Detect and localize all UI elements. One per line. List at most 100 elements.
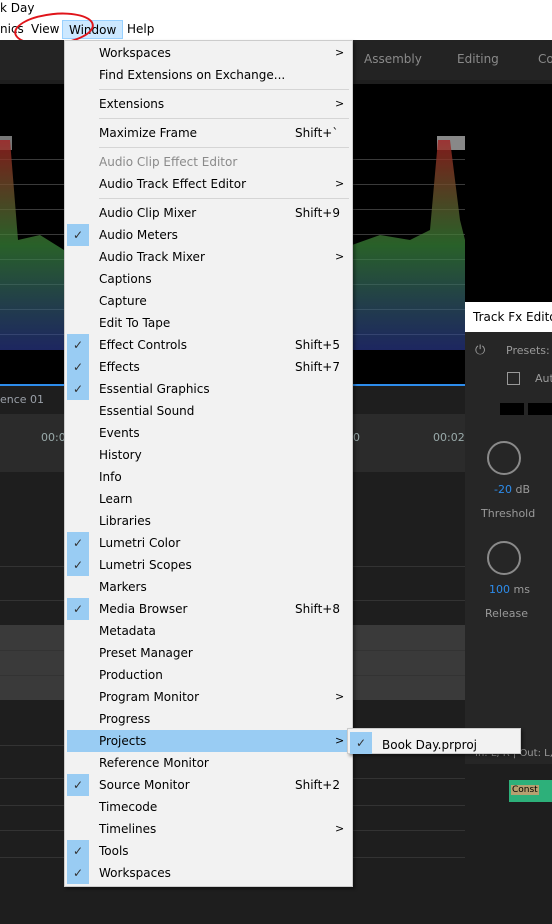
menu-item-label: Markers [99,580,147,594]
menu-item-label: Workspaces [99,866,171,880]
menu-item-workspaces[interactable]: ✓ Workspaces [67,862,351,884]
menu-item-label: Media Browser [99,602,188,616]
menu-item-workspaces[interactable]: Workspaces > [67,42,351,64]
track-fx-editor-panel: Track Fx Editor ⏻ Presets: Aut -20 dB Th… [465,302,552,764]
menu-item-effect-controls[interactable]: ✓ Effect Controls Shift+5 [67,334,351,356]
menu-item-label: Reference Monitor [99,756,209,770]
menu-item-label: Preset Manager [99,646,193,660]
menu-item-shortcut: Shift+7 [295,360,340,374]
menu-item-media-browser[interactable]: ✓ Media Browser Shift+8 [67,598,351,620]
submenu-item-book-day-prproj[interactable]: ✓ Book Day.prproj [348,730,520,754]
menu-item-info[interactable]: Info [67,466,351,488]
panel-title: Track Fx Editor [465,302,552,332]
chevron-right-icon: > [335,177,345,190]
workspace-editing[interactable]: Editing [457,52,499,66]
menu-item-events[interactable]: Events [67,422,351,444]
checkmark-icon: ✓ [67,598,89,620]
menu-item-label: Production [99,668,163,682]
menu-item-metadata[interactable]: Metadata [67,620,351,642]
checkmark-icon: ✓ [67,334,89,356]
timeline-clip[interactable]: Const [509,780,552,802]
menu-item-essential-sound[interactable]: Essential Sound [67,400,351,422]
menu-item-shortcut: Shift+8 [295,602,340,616]
menu-item-shortcut: Shift+5 [295,338,340,352]
menu-item-label: Audio Track Effect Editor [99,177,246,191]
release-knob[interactable] [487,541,521,575]
workspace-color[interactable]: Co [538,52,552,66]
menu-item-label: Info [99,470,122,484]
menu-item-label: Events [99,426,140,440]
menu-item-timecode[interactable]: Timecode [67,796,351,818]
menu-item-maximize-frame[interactable]: Maximize Frame Shift+` [67,122,351,144]
threshold-unit: dB [515,483,530,496]
menu-item-history[interactable]: History [67,444,351,466]
menu-item-reference-monitor[interactable]: Reference Monitor [67,752,351,774]
menu-separator [99,89,349,90]
menu-item-find-extensions-on-exchange[interactable]: Find Extensions on Exchange... [67,64,351,86]
menu-item-audio-meters[interactable]: ✓ Audio Meters [67,224,351,246]
menu-item-lumetri-scopes[interactable]: ✓ Lumetri Scopes [67,554,351,576]
checkmark-icon: ✓ [350,732,372,754]
menu-item-label: Audio Meters [99,228,178,242]
menu-item-learn[interactable]: Learn [67,488,351,510]
menu-item-program-monitor[interactable]: Program Monitor > [67,686,351,708]
menu-item-markers[interactable]: Markers [67,576,351,598]
menu-item-preset-manager[interactable]: Preset Manager [67,642,351,664]
projects-submenu: ✓ Book Day.prproj [347,728,521,754]
menu-item-source-monitor[interactable]: ✓ Source Monitor Shift+2 [67,774,351,796]
threshold-knob[interactable] [487,441,521,475]
menu-item-audio-clip-effect-editor: Audio Clip Effect Editor [67,151,351,173]
chevron-right-icon: > [335,822,345,835]
menu-item-label: Book Day.prproj [382,738,477,752]
auto-checkbox[interactable] [507,372,520,385]
menu-item-lumetri-color[interactable]: ✓ Lumetri Color [67,532,351,554]
menu-item-extensions[interactable]: Extensions > [67,93,351,115]
menu-item-captions[interactable]: Captions [67,268,351,290]
workspace-assembly[interactable]: Assembly [364,52,422,66]
release-label: Release [485,607,528,620]
menu-item-label: Projects [99,734,147,748]
timecode-label: 00:0 [41,431,66,444]
menu-item-essential-graphics[interactable]: ✓ Essential Graphics [67,378,351,400]
menu-item-effects[interactable]: ✓ Effects Shift+7 [67,356,351,378]
menu-item-label: Audio Track Mixer [99,250,205,264]
menu-item-libraries[interactable]: Libraries [67,510,351,532]
sequence-tab[interactable]: ence 01 [0,393,44,406]
threshold-value[interactable]: -20 [494,483,512,496]
menu-item-label: Effect Controls [99,338,187,352]
checkmark-icon: ✓ [67,862,89,884]
release-value[interactable]: 100 [489,583,510,596]
auto-label: Aut [535,372,552,385]
menu-item-label: Libraries [99,514,151,528]
clip-label: Const [511,785,539,795]
menu-item-shortcut: Shift+2 [295,778,340,792]
presets-label: Presets: [506,344,550,357]
power-icon[interactable]: ⏻ [475,343,485,358]
window-menu-dropdown: Workspaces > Find Extensions on Exchange..… [64,40,353,887]
checkmark-icon: ✓ [67,224,89,246]
menu-item-label: Essential Graphics [99,382,210,396]
menu-item-label: History [99,448,142,462]
menu-item-edit-to-tape[interactable]: Edit To Tape [67,312,351,334]
menu-item-audio-track-mixer[interactable]: Audio Track Mixer > [67,246,351,268]
chevron-right-icon: > [335,734,345,747]
menu-item-audio-track-effect-editor[interactable]: Audio Track Effect Editor > [67,173,351,195]
chevron-right-icon: > [335,690,345,703]
release-unit: ms [513,583,530,596]
menu-item-projects[interactable]: Projects > [67,730,351,752]
menu-help[interactable]: Help [121,20,160,39]
menu-item-tools[interactable]: ✓ Tools [67,840,351,862]
checkmark-icon: ✓ [67,840,89,862]
menu-item-label: Audio Clip Effect Editor [99,155,238,169]
menu-item-progress[interactable]: Progress [67,708,351,730]
menu-item-timelines[interactable]: Timelines > [67,818,351,840]
menu-item-audio-clip-mixer[interactable]: Audio Clip Mixer Shift+9 [67,202,351,224]
threshold-label: Threshold [481,507,536,520]
menu-item-label: Source Monitor [99,778,190,792]
menu-item-label: Captions [99,272,152,286]
menu-item-production[interactable]: Production [67,664,351,686]
menu-item-label: Workspaces [99,46,171,60]
menu-separator [99,118,349,119]
menu-item-label: Edit To Tape [99,316,171,330]
menu-item-capture[interactable]: Capture [67,290,351,312]
